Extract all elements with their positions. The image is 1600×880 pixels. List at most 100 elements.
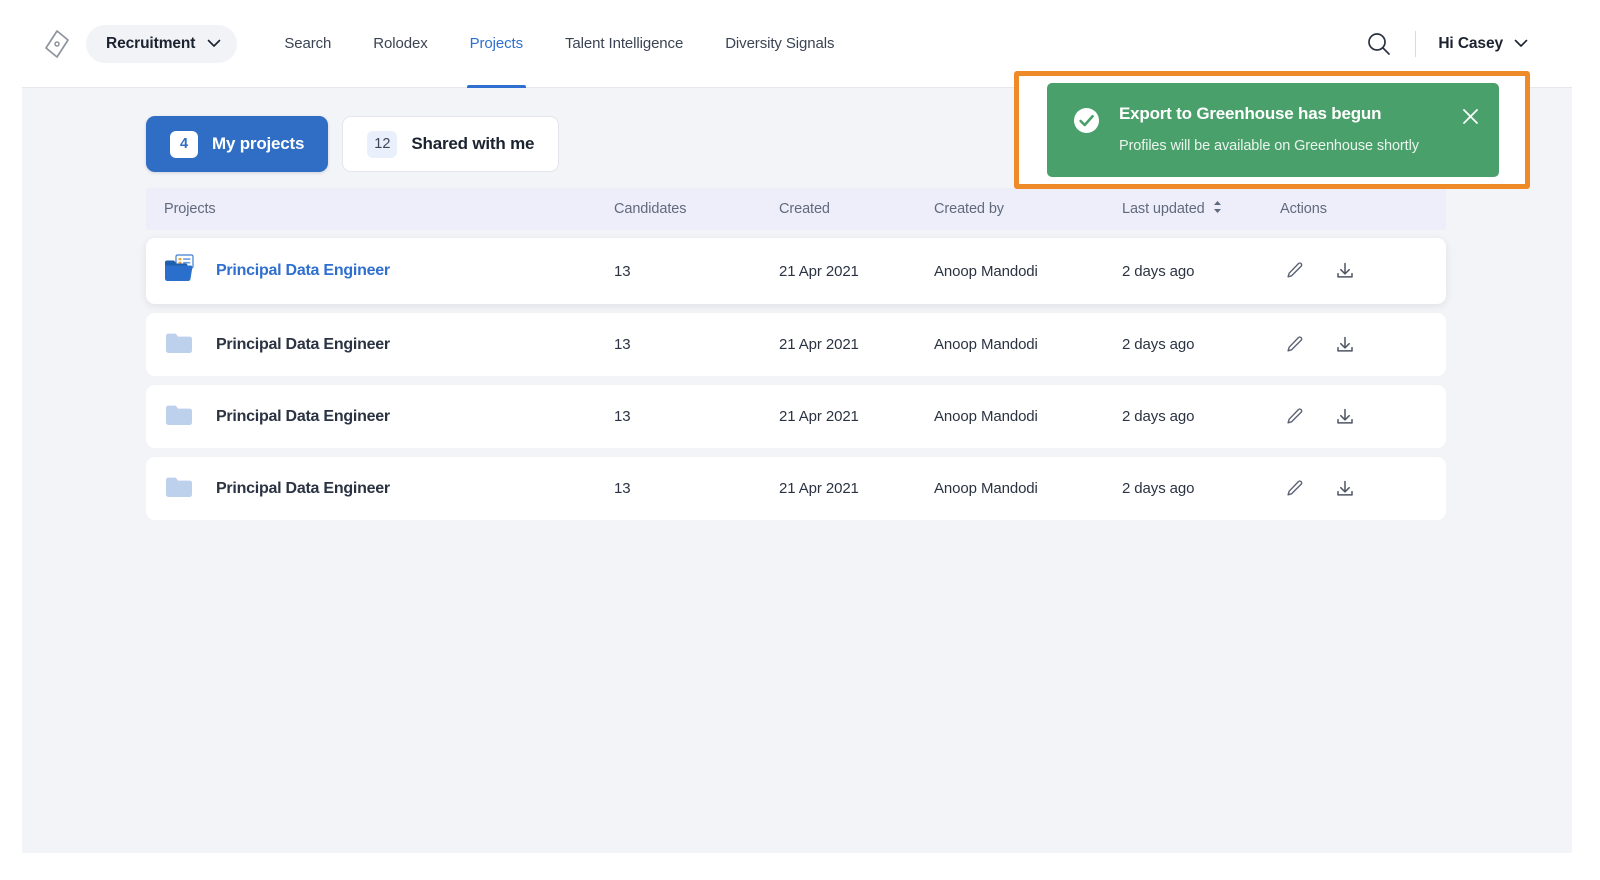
created-value: 21 Apr 2021 [779, 262, 859, 280]
cell-candidates: 13 [614, 408, 779, 425]
tab-my-projects[interactable]: 4 My projects [146, 116, 329, 172]
column-label: Last updated [1122, 201, 1205, 217]
user-greeting: Hi Casey [1438, 34, 1503, 52]
toast-title: Export to Greenhouse has begun [1119, 104, 1382, 123]
page-content: 4 My projects 12 Shared with me Search P… [22, 88, 1572, 853]
cell-created-by: Anoop Mandodi [934, 408, 1122, 425]
sort-updown-icon[interactable] [1212, 200, 1223, 218]
cell-candidates: 13 [614, 263, 779, 280]
cell-last-updated: 2 days ago [1122, 336, 1280, 353]
created-value: 21 Apr 2021 [779, 408, 859, 425]
table-row[interactable]: Principal Data Engineer 13 21 Apr 2021 A… [146, 313, 1446, 376]
last-updated-value: 2 days ago [1122, 336, 1195, 353]
created-by-value: Anoop Mandodi [934, 480, 1038, 497]
tab-shared-with-me[interactable]: 12 Shared with me [342, 116, 560, 172]
shared-with-me-count-badge: 12 [367, 130, 398, 158]
user-menu[interactable]: Hi Casey [1438, 35, 1528, 53]
edit-icon[interactable] [1284, 334, 1306, 356]
cell-created-by: Anoop Mandodi [934, 480, 1122, 497]
department-selector[interactable]: Recruitment [86, 24, 238, 63]
chevron-down-icon [207, 35, 221, 53]
table-header-row: Projects Candidates Created Created by L… [146, 188, 1446, 230]
department-selector-label: Recruitment [106, 34, 196, 52]
cell-candidates: 13 [614, 480, 779, 497]
cell-created-by: Anoop Mandodi [934, 336, 1122, 353]
folder-open-icon [164, 254, 200, 288]
candidates-value: 13 [614, 480, 631, 497]
cell-actions [1280, 260, 1420, 282]
check-circle-icon [1073, 107, 1100, 139]
cell-created: 21 Apr 2021 [779, 336, 934, 353]
created-by-value: Anoop Mandodi [934, 336, 1038, 353]
cell-created-by: Anoop Mandodi [934, 263, 1122, 280]
toast-text-group: Export to Greenhouse has begun Profiles … [1119, 105, 1419, 154]
download-icon[interactable] [1334, 406, 1356, 428]
cell-created: 21 Apr 2021 [779, 408, 934, 425]
candidates-value: 13 [614, 336, 631, 353]
column-header-last-updated[interactable]: Last updated [1122, 200, 1280, 218]
edit-icon[interactable] [1284, 260, 1306, 282]
candidates-value: 13 [614, 262, 631, 280]
cell-project[interactable]: Principal Data Engineer [146, 400, 614, 434]
table-row[interactable]: Principal Data Engineer 13 21 Apr 2021 A… [146, 238, 1446, 304]
nav-item-projects[interactable]: Projects [449, 0, 544, 88]
folder-icon [164, 328, 200, 362]
project-name-link[interactable]: Principal Data Engineer [216, 262, 390, 280]
close-icon[interactable] [1459, 105, 1481, 127]
created-value: 21 Apr 2021 [779, 336, 859, 353]
main-navigation: Search Rolodex Projects Talent Intellige… [263, 0, 855, 88]
last-updated-value: 2 days ago [1122, 480, 1195, 497]
nav-label: Projects [469, 35, 524, 52]
cell-actions [1280, 478, 1420, 500]
column-label: Created [779, 201, 830, 217]
edit-icon[interactable] [1284, 478, 1306, 500]
last-updated-value: 2 days ago [1122, 408, 1195, 425]
leaf-diamond-logo-icon[interactable] [40, 27, 74, 61]
column-header-actions: Actions [1280, 201, 1420, 217]
project-name-link[interactable]: Principal Data Engineer [216, 480, 390, 498]
edit-icon[interactable] [1284, 406, 1306, 428]
nav-label: Search [284, 35, 332, 52]
folder-icon [164, 400, 200, 434]
folder-icon [164, 472, 200, 506]
cell-project[interactable]: Principal Data Engineer [146, 328, 614, 362]
toast-subtitle: Profiles will be available on Greenhouse… [1119, 138, 1419, 154]
nav-label: Diversity Signals [725, 35, 835, 52]
tab-my-projects-label: My projects [212, 134, 305, 153]
nav-item-talent-intelligence[interactable]: Talent Intelligence [544, 0, 704, 88]
column-label: Projects [164, 201, 216, 217]
download-icon[interactable] [1334, 260, 1356, 282]
chevron-down-icon [1514, 35, 1528, 53]
export-toast: Export to Greenhouse has begun Profiles … [1047, 83, 1499, 177]
nav-item-search[interactable]: Search [263, 0, 352, 88]
my-projects-count-badge: 4 [170, 130, 198, 158]
nav-item-rolodex[interactable]: Rolodex [352, 0, 448, 88]
column-header-created-by[interactable]: Created by [934, 201, 1122, 217]
download-icon[interactable] [1334, 478, 1356, 500]
cell-last-updated: 2 days ago [1122, 263, 1280, 280]
table-row[interactable]: Principal Data Engineer 13 21 Apr 2021 A… [146, 457, 1446, 520]
projects-table: Projects Candidates Created Created by L… [146, 188, 1446, 520]
cell-project[interactable]: Principal Data Engineer [146, 254, 614, 288]
column-label: Candidates [614, 201, 687, 217]
cell-last-updated: 2 days ago [1122, 480, 1280, 497]
column-header-created[interactable]: Created [779, 201, 934, 217]
candidates-value: 13 [614, 408, 631, 425]
nav-label: Rolodex [373, 35, 428, 52]
table-row[interactable]: Principal Data Engineer 13 21 Apr 2021 A… [146, 385, 1446, 448]
search-icon[interactable] [1357, 22, 1401, 66]
nav-label: Talent Intelligence [565, 35, 684, 52]
created-by-value: Anoop Mandodi [934, 408, 1038, 425]
nav-item-diversity-signals[interactable]: Diversity Signals [704, 0, 855, 88]
column-header-candidates[interactable]: Candidates [614, 201, 779, 217]
cell-actions [1280, 406, 1420, 428]
column-header-projects[interactable]: Projects [146, 201, 614, 217]
cell-project[interactable]: Principal Data Engineer [146, 472, 614, 506]
created-by-value: Anoop Mandodi [934, 262, 1038, 280]
project-name-link[interactable]: Principal Data Engineer [216, 336, 390, 354]
column-label: Actions [1280, 201, 1327, 217]
cell-actions [1280, 334, 1420, 356]
cell-created: 21 Apr 2021 [779, 263, 934, 280]
download-icon[interactable] [1334, 334, 1356, 356]
project-name-link[interactable]: Principal Data Engineer [216, 408, 390, 426]
